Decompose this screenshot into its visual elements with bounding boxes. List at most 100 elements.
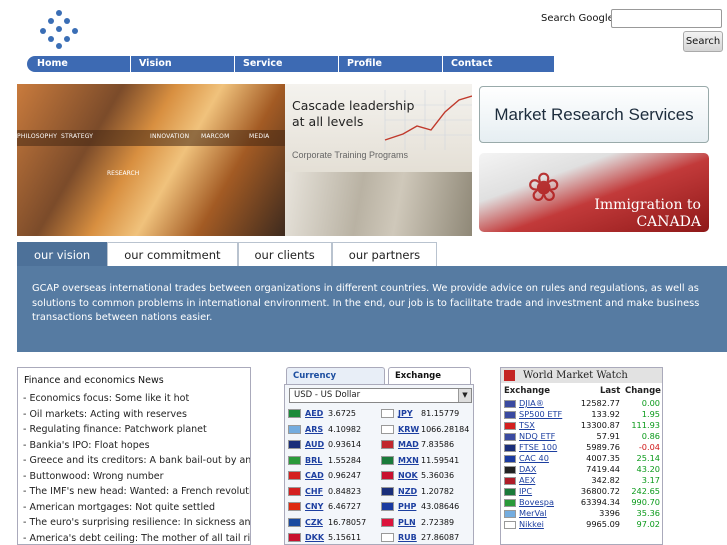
market-list: DJIA® 12582.77 0.00 SP500 ETF 133.92 1.95 TSX 1… [503, 398, 662, 530]
news-item[interactable]: - Oil markets: Acting with reserves [23, 407, 250, 423]
news-link[interactable]: Regulating finance: Patchwork planet [29, 424, 206, 435]
market-research-banner[interactable]: Market Research Services [479, 86, 709, 143]
flag-icon [504, 521, 516, 529]
currency-code-link[interactable]: DKK [305, 533, 328, 542]
page: Search Google Search Home Vision Service… [0, 0, 727, 545]
index-name-link[interactable]: FTSE 100 [519, 442, 557, 452]
index-name-link[interactable]: IPC [519, 486, 532, 496]
news-item[interactable]: - Economics focus: Some like it hot [23, 391, 250, 407]
news-link[interactable]: Greece and its creditors: A bank bail-ou… [29, 455, 250, 466]
news-item[interactable]: - The IMF's new head: Wanted: a French r… [23, 484, 250, 500]
tab-currency-converter[interactable]: Currency Converter [286, 367, 385, 398]
nav-contact[interactable]: Contact [443, 56, 547, 72]
currency-rate: 11.59541 [421, 455, 460, 465]
currency-code-link[interactable]: JPY [398, 409, 421, 418]
flag-icon [288, 440, 301, 450]
currency-code-link[interactable]: NOK [398, 471, 421, 480]
index-name-link[interactable]: NDQ ETF [519, 431, 555, 441]
tab-our-commitment[interactable]: our commitment [107, 242, 238, 266]
currency-code-link[interactable]: KRW [398, 425, 421, 434]
currency-code-link[interactable]: CHF [305, 487, 328, 496]
index-name-link[interactable]: SP500 ETF [519, 409, 562, 419]
news-item[interactable]: - Greece and its creditors: A bank bail-… [23, 453, 250, 469]
currency-cell: JPY 81.15779 [378, 409, 471, 419]
news-link[interactable]: American mortgages: Not quite settled [29, 502, 215, 513]
news-link[interactable]: The IMF's new head: Wanted: a French rev… [29, 486, 250, 497]
news-link[interactable]: Economics focus: Some like it hot [29, 393, 189, 404]
index-name-link[interactable]: TSX [519, 420, 535, 430]
currency-code-link[interactable]: MXN [398, 456, 421, 465]
news-link[interactable]: America's debt ceiling: The mother of al… [29, 533, 250, 544]
meeting-room-image [285, 172, 472, 236]
news-title: Finance and economics News [24, 375, 164, 386]
flag-icon [504, 433, 516, 441]
news-item[interactable]: - Bankia's IPO: Float hopes [23, 438, 250, 454]
news-link[interactable]: The euro's surprising resilience: In sic… [29, 517, 250, 528]
currency-cell: RUB 27.86087 [378, 533, 471, 543]
news-item[interactable]: - American mortgages: Not quite settled [23, 500, 250, 516]
exchange-rate-row: CZK 16.78057 PLN 2.72389 [285, 515, 474, 531]
index-name-link[interactable]: CAC 40 [519, 453, 549, 463]
tab-exchange-rates[interactable]: Exchange Rates [387, 367, 471, 398]
flag-icon [288, 517, 301, 527]
currency-code-link[interactable]: AED [305, 409, 328, 418]
currency-code-link[interactable]: CNY [305, 502, 328, 511]
currency-code-link[interactable]: PHP [398, 502, 421, 511]
currency-rate: 4.10982 [328, 424, 362, 434]
flag-icon [504, 477, 516, 485]
index-name-link[interactable]: MerVal [519, 508, 547, 518]
col-last: Last [600, 386, 621, 396]
index-name-link[interactable]: DAX [519, 464, 536, 474]
currency-code-link[interactable]: CZK [305, 518, 328, 527]
nav-home[interactable]: Home [27, 56, 131, 72]
flag-icon [288, 533, 301, 543]
tab-our-clients[interactable]: our clients [237, 242, 332, 266]
canada-label: CANADA [636, 214, 701, 230]
nav-service[interactable]: Service [235, 56, 339, 72]
currency-cell: CHF 0.84823 [285, 486, 378, 496]
market-row: DJIA® 12582.77 0.00 [503, 398, 662, 409]
tab-our-partners[interactable]: our partners [331, 242, 438, 266]
index-change: 111.93 [631, 420, 660, 430]
currency-code-link[interactable]: ARS [305, 425, 328, 434]
currency-rate: 7.83586 [421, 440, 455, 450]
index-name-link[interactable]: DJIA® [519, 398, 544, 408]
currency-code-link[interactable]: NZD [398, 487, 421, 496]
news-item[interactable]: - Buttonwood: Wrong number [23, 469, 250, 485]
currency-rate: 16.78057 [328, 517, 367, 527]
index-last: 3396 [599, 508, 620, 518]
news-item[interactable]: - Regulating finance: Patchwork planet [23, 422, 250, 438]
search-button[interactable]: Search [683, 31, 723, 52]
tab-our-vision[interactable]: our vision [17, 242, 108, 266]
banner-word-strip: PHILOSOPHY STRATEGY INNOVATION MARCOM ME… [17, 130, 285, 146]
nav-vision[interactable]: Vision [131, 56, 235, 72]
currency-code-link[interactable]: PLN [398, 518, 421, 527]
immigration-canada-banner[interactable]: ❀ Immigration to CANADA [479, 153, 709, 232]
currency-code-link[interactable]: BRL [305, 456, 328, 465]
news-link[interactable]: Buttonwood: Wrong number [29, 471, 163, 482]
base-currency-select[interactable]: USD - US Dollar ▼ [289, 388, 472, 403]
currency-rate: 0.96247 [328, 471, 362, 481]
currency-code-link[interactable]: AUD [305, 440, 328, 449]
flag-icon [288, 486, 301, 496]
news-item[interactable]: - America's debt ceiling: The mother of … [23, 531, 250, 545]
exchange-rate-row: BRL 1.55284 MXN 11.59541 [285, 453, 474, 469]
index-name-link[interactable]: Nikkei [519, 519, 544, 529]
news-link[interactable]: Bankia's IPO: Float hopes [29, 440, 149, 451]
news-link[interactable]: Oil markets: Acting with reserves [29, 409, 186, 420]
news-item[interactable]: - The euro's surprising resilience: In s… [23, 515, 250, 531]
nav-profile[interactable]: Profile [339, 56, 443, 72]
index-name-link[interactable]: Bovespa [519, 497, 554, 507]
search-input[interactable] [611, 9, 722, 28]
index-name-link[interactable]: AEX [519, 475, 535, 485]
market-logo-icon [504, 370, 515, 381]
currency-code-link[interactable]: RUB [398, 533, 421, 542]
currency-code-link[interactable]: MAD [398, 440, 421, 449]
currency-code-link[interactable]: CAD [305, 471, 328, 480]
training-banner[interactable]: PHILOSOPHY STRATEGY INNOVATION MARCOM ME… [17, 84, 472, 236]
currency-rate: 1.20782 [421, 486, 455, 496]
flag-icon [504, 510, 516, 518]
company-logo[interactable] [36, 8, 80, 50]
flag-icon [504, 466, 516, 474]
flag-icon [381, 517, 394, 527]
